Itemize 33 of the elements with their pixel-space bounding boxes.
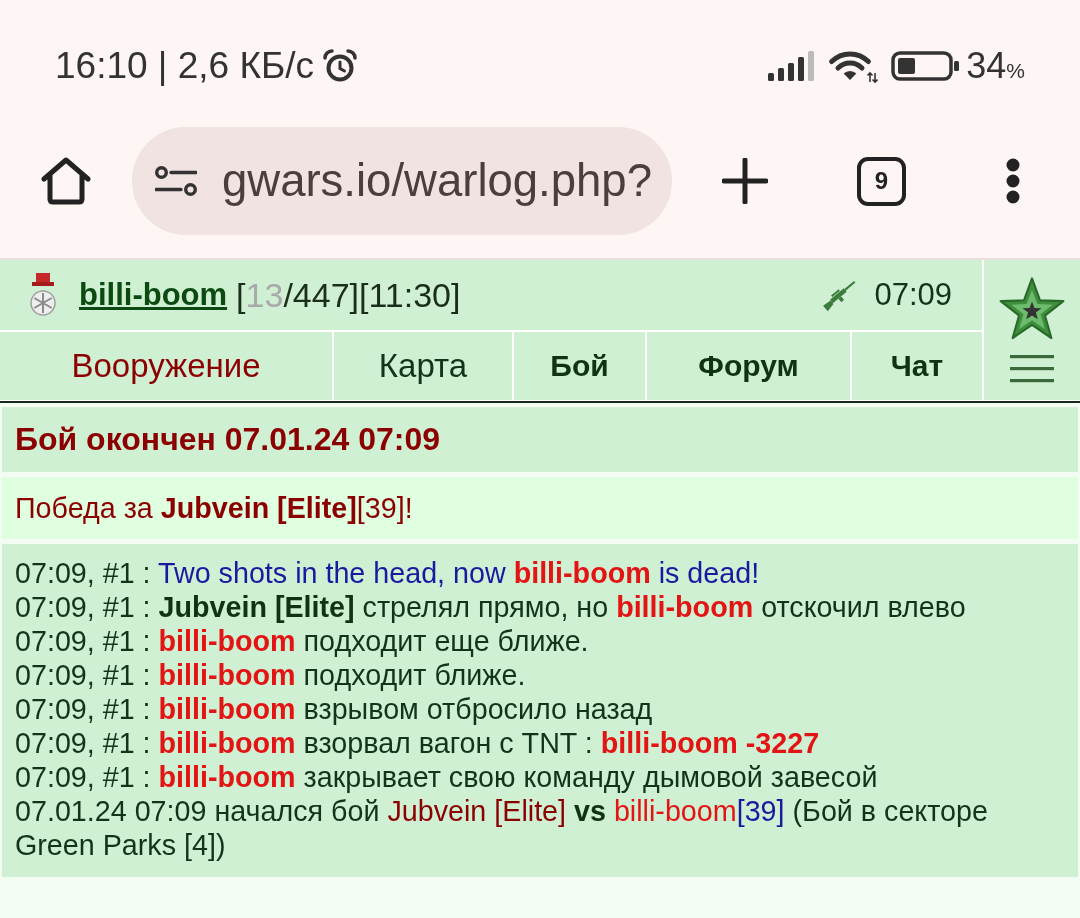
- battle-title: Бой окончен 07.01.24 07:09: [15, 421, 440, 458]
- log-line: 07:09, #1 : billi-boom взорвал вагон с TNT : billi-boom -3227: [15, 726, 821, 760]
- star-icon[interactable]: [999, 277, 1065, 340]
- status-time-speed: 16:10 | 2,6 КБ/с: [55, 45, 315, 87]
- player-stats: [13/447][11:30]: [236, 275, 461, 315]
- url-field[interactable]: gwars.io/warlog.php?: [132, 127, 672, 235]
- sliders-icon[interactable]: [155, 166, 197, 196]
- log-line: 07:09, #1 : billi-boom взрывом отбросило назад: [15, 692, 654, 726]
- signal-icon: [768, 51, 817, 81]
- nav-tab[interactable]: Форум: [647, 332, 850, 400]
- nav-tab[interactable]: Бой: [514, 332, 645, 400]
- result-text: Победа за Jubvein [Elite][39]!: [15, 491, 413, 525]
- tab-count-button[interactable]: 9: [857, 156, 906, 206]
- alarm-clock-icon: [322, 48, 359, 84]
- log-line: 07.01.24 07:09 начался бой Jubvein [Elite] vs billi-boom[39] (Бой в секторе Green Parks [4]): [15, 794, 989, 862]
- log-line: 07:09, #1 : billi-boom закрывает свою команду дымовой завесой: [15, 760, 879, 794]
- more-icon[interactable]: [1006, 158, 1020, 204]
- percent-sign: %: [1006, 59, 1025, 83]
- log-line: 07:09, #1 : billi-boom подходит еще ближе.: [15, 624, 590, 658]
- battery-percent: 34: [966, 45, 1007, 87]
- plus-icon[interactable]: [722, 158, 768, 204]
- home-icon[interactable]: [40, 157, 92, 205]
- menu-icon[interactable]: [1010, 355, 1054, 383]
- battery-icon: [891, 51, 961, 81]
- medal-icon: [28, 273, 58, 317]
- log-line: 07:09, #1 : billi-boom подходит ближе.: [15, 658, 527, 692]
- player-link[interactable]: billi-boom: [79, 277, 228, 313]
- log-line: 07:09, #1 : Two shots in the head, now billi-boom is dead!: [15, 556, 761, 590]
- log-line: 07:09, #1 : Jubvein [Elite] стрелял прямо, но billi-boom отскочил влево: [15, 590, 967, 624]
- nav-tab[interactable]: Чат: [852, 332, 982, 400]
- nav-tab[interactable]: Карта: [334, 332, 512, 400]
- nav-tab[interactable]: Вооружение: [0, 332, 332, 400]
- game-time: 07:09: [874, 277, 952, 313]
